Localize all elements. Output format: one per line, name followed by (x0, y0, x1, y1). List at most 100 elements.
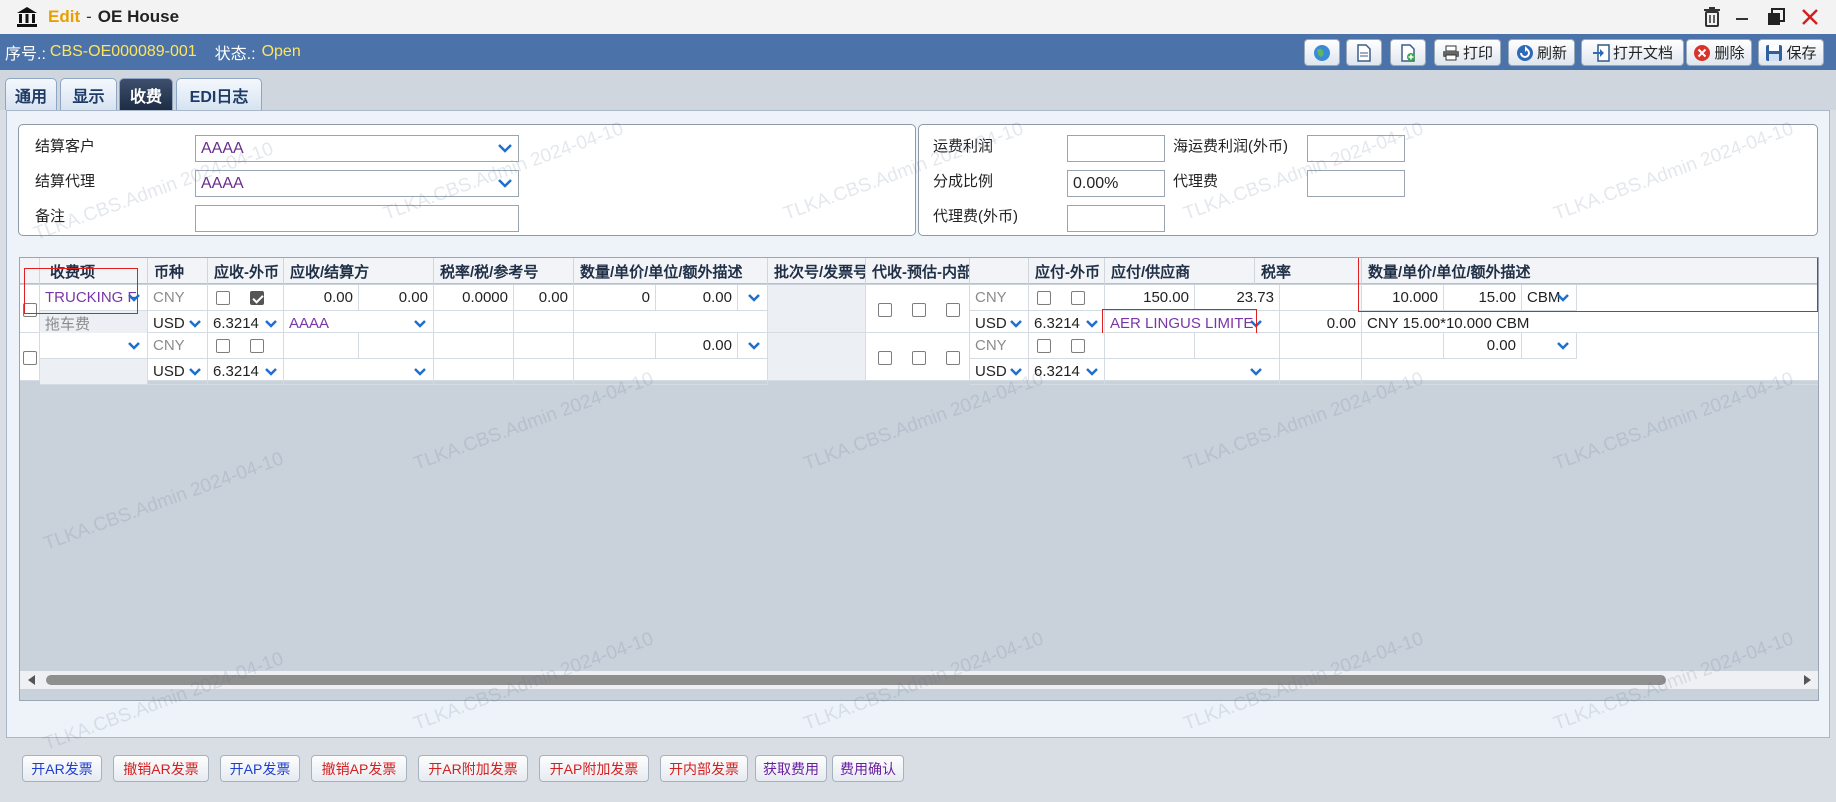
ar-amount-1[interactable] (284, 333, 359, 359)
open-internal-invoice-button[interactable]: 开内部发票 (660, 755, 748, 782)
header-collect-est-internal[interactable]: 代收-预估-内部 (866, 258, 970, 284)
ap-amount-1[interactable]: 150.00 (1105, 285, 1195, 311)
header-ap-vendor[interactable]: 应付/供应商 (1105, 258, 1255, 284)
chevron-down-icon[interactable] (1081, 313, 1103, 335)
collect-checkbox[interactable] (878, 351, 892, 365)
ar-qty[interactable]: 0 (574, 285, 656, 311)
scroll-right-icon[interactable] (1804, 675, 1812, 685)
chevron-down-icon[interactable] (1005, 313, 1027, 335)
agent-fee-fc-input[interactable] (1067, 205, 1165, 232)
ap-qty[interactable] (1362, 333, 1444, 359)
ap-amount-2[interactable] (1195, 333, 1280, 359)
chevron-down-icon[interactable] (123, 335, 145, 357)
freight-profit-input[interactable] (1067, 135, 1165, 162)
minimize-icon[interactable] (1727, 0, 1757, 34)
ar-unit-combo[interactable] (738, 333, 768, 359)
header-batch-invoice[interactable]: 批次号/发票号 (768, 258, 866, 284)
chevron-down-icon[interactable] (260, 313, 282, 335)
header-currency[interactable]: 币种 (148, 258, 208, 284)
trash-icon[interactable] (1697, 0, 1727, 34)
ap-tax-rate[interactable] (1280, 285, 1362, 311)
internal-checkbox[interactable] (946, 303, 960, 317)
add-document-button[interactable] (1390, 39, 1426, 66)
header-ar-party[interactable]: 应收/结算方 (284, 258, 434, 284)
ar-price[interactable]: 0.00 (656, 333, 738, 359)
header-tax-ref[interactable]: 税率/税/参考号 (434, 258, 574, 284)
ar-unit-combo[interactable] (738, 285, 768, 311)
open-document-button[interactable]: 打开文档 (1581, 39, 1684, 66)
ar-rate-combo[interactable]: 6.3214 (208, 359, 284, 385)
horizontal-scrollbar[interactable] (20, 671, 1818, 689)
ap-tax[interactable] (1280, 359, 1362, 385)
ar-ref-2[interactable] (514, 359, 574, 385)
ap-flag-checkbox-2[interactable] (1071, 291, 1085, 305)
ar-amount-2[interactable] (359, 333, 434, 359)
chevron-down-icon[interactable] (1005, 361, 1027, 383)
open-ap-extra-invoice-button[interactable]: 开AP附加发票 (539, 755, 649, 782)
settle-agent-combo[interactable]: AAAA (195, 170, 519, 197)
ar-extra-desc[interactable] (574, 359, 768, 385)
ap-amount-2[interactable]: 23.73 (1195, 285, 1280, 311)
header-qty-price[interactable]: 数量/单价/单位/额外描述 (574, 258, 768, 284)
ap-flag-checkbox-1[interactable] (1037, 291, 1051, 305)
chevron-down-icon[interactable] (492, 136, 518, 161)
ap-rate-combo[interactable]: 6.3214 (1029, 359, 1105, 385)
restore-icon[interactable] (1761, 0, 1791, 34)
ap-tax-rate[interactable] (1280, 333, 1362, 359)
scroll-left-icon[interactable] (28, 675, 36, 685)
tab-charges[interactable]: 收费 (119, 78, 173, 110)
chevron-down-icon[interactable] (184, 361, 206, 383)
collect-checkbox[interactable] (878, 303, 892, 317)
ar-flag-checkbox-1[interactable] (216, 339, 230, 353)
get-charges-button[interactable]: 获取费用 (755, 755, 827, 782)
tab-general[interactable]: 通用 (5, 78, 57, 110)
ocean-profit-fc-input[interactable] (1307, 135, 1405, 162)
open-ap-invoice-button[interactable]: 开AP发票 (220, 755, 300, 782)
ap-amount-1[interactable] (1105, 333, 1195, 359)
split-ratio-input[interactable]: 0.00% (1067, 170, 1165, 197)
ar-currency-combo[interactable]: USD (148, 359, 208, 385)
open-ar-extra-invoice-button[interactable]: 开AR附加发票 (418, 755, 528, 782)
cancel-ar-invoice-button[interactable]: 撤销AR发票 (113, 755, 209, 782)
tab-edi-log[interactable]: EDI日志 (176, 78, 262, 110)
ar-tax-rate[interactable]: 0.0000 (434, 285, 514, 311)
chevron-down-icon[interactable] (492, 171, 518, 196)
ap-unit-combo[interactable] (1522, 333, 1577, 359)
remark-input[interactable] (195, 205, 519, 232)
document-button[interactable] (1346, 39, 1382, 66)
ap-vendor-combo[interactable] (1105, 359, 1280, 385)
ap-price[interactable]: 0.00 (1444, 333, 1522, 359)
estimate-checkbox[interactable] (912, 303, 926, 317)
ar-tax-rate[interactable] (434, 333, 514, 359)
tab-display[interactable]: 显示 (60, 78, 117, 110)
chevron-down-icon[interactable] (260, 361, 282, 383)
ap-flag-checkbox-2[interactable] (1071, 339, 1085, 353)
internal-checkbox[interactable] (946, 351, 960, 365)
chevron-down-icon[interactable] (743, 287, 765, 309)
chevron-down-icon[interactable] (409, 361, 431, 383)
charge-item-combo[interactable] (40, 333, 148, 359)
chevron-down-icon[interactable] (743, 335, 765, 357)
print-button[interactable]: 打印 (1434, 39, 1501, 66)
chevron-down-icon[interactable] (1081, 361, 1103, 383)
delete-button[interactable]: 删除 (1686, 39, 1752, 66)
ar-price[interactable]: 0.00 (656, 285, 738, 311)
ar-amount-2[interactable]: 0.00 (359, 285, 434, 311)
ar-amount-1[interactable]: 0.00 (284, 285, 359, 311)
agent-fee-input[interactable] (1307, 170, 1405, 197)
ar-flag-checkbox-2[interactable] (250, 339, 264, 353)
ar-tax[interactable]: 0.00 (514, 285, 574, 311)
cancel-ap-invoice-button[interactable]: 撤销AP发票 (311, 755, 407, 782)
ap-extra-desc[interactable] (1362, 359, 1818, 385)
save-button[interactable]: 保存 (1758, 39, 1824, 66)
ar-qty[interactable] (574, 333, 656, 359)
header-ar-fc[interactable]: 应收-外币 (208, 258, 284, 284)
ar-flag-checkbox-1[interactable] (216, 291, 230, 305)
ap-flag-checkbox-1[interactable] (1037, 339, 1051, 353)
header-ap-fc[interactable]: 应付-外币 (1029, 258, 1105, 284)
estimate-checkbox[interactable] (912, 351, 926, 365)
ar-ref-1[interactable] (434, 359, 514, 385)
header-tax-rate[interactable]: 税率 (1255, 258, 1362, 284)
row-select-checkbox[interactable] (23, 351, 37, 365)
open-ar-invoice-button[interactable]: 开AR发票 (22, 755, 102, 782)
